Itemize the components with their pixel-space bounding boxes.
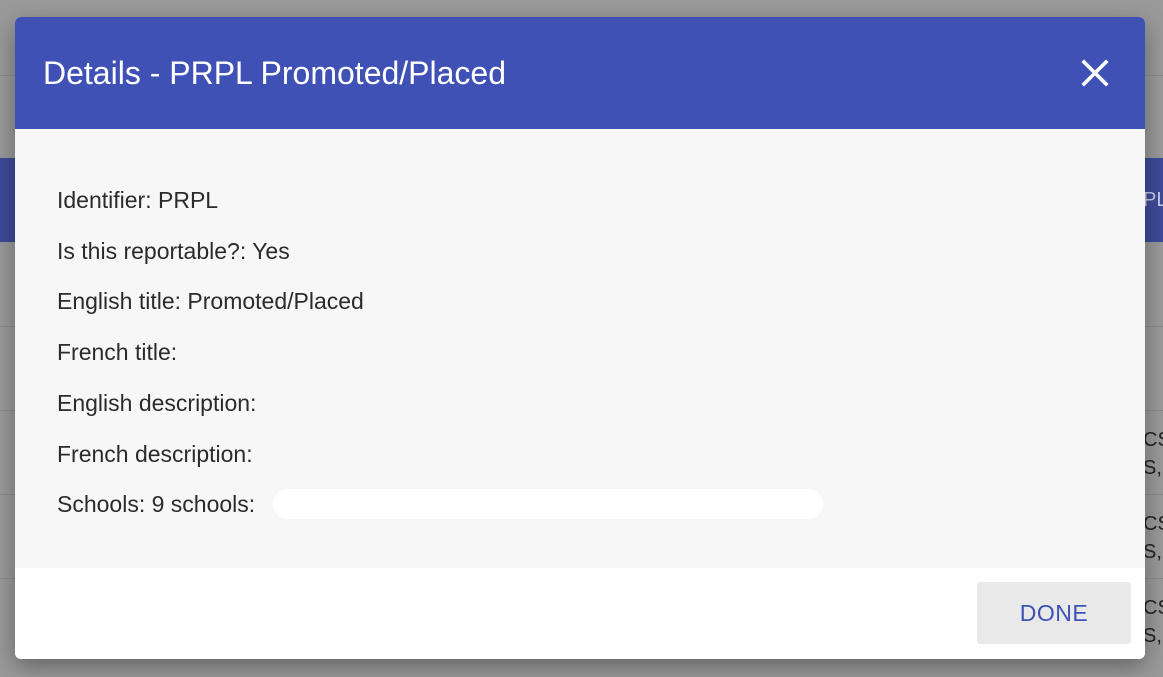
field-value: Yes	[252, 238, 290, 264]
close-icon	[1081, 59, 1109, 87]
dialog-body: Identifier: PRPL Is this reportable?: Ye…	[15, 129, 1145, 568]
background-cell-text: S,	[1143, 625, 1162, 647]
background-cell-text: CS	[1143, 597, 1163, 619]
background-cell-text: S,	[1143, 457, 1162, 479]
dialog-header: Details - PRPL Promoted/Placed	[15, 17, 1145, 129]
field-label: English title:	[57, 288, 182, 314]
field-value: 9 schools:	[151, 491, 256, 517]
field-label: French description:	[57, 441, 253, 467]
details-dialog: Details - PRPL Promoted/Placed Identifie…	[15, 17, 1145, 659]
field-french-description: French description:	[57, 439, 253, 469]
field-label: Schools:	[57, 491, 146, 517]
dialog-title: Details - PRPL Promoted/Placed	[43, 55, 507, 91]
field-english-description: English description:	[57, 388, 256, 418]
field-french-title: French title:	[57, 337, 177, 367]
background-cell-text: CS	[1143, 429, 1163, 451]
field-reportable: Is this reportable?: Yes	[57, 236, 290, 266]
field-label: French title:	[57, 339, 178, 365]
close-button[interactable]	[1073, 53, 1117, 93]
field-identifier: Identifier: PRPL	[57, 185, 218, 215]
background-header-text: PL	[1143, 189, 1163, 211]
done-button[interactable]: DONE	[977, 582, 1131, 644]
background-cell-text: CS	[1143, 513, 1163, 535]
field-english-title: English title: Promoted/Placed	[57, 286, 364, 316]
field-value: PRPL	[158, 187, 219, 213]
field-label: Is this reportable?:	[57, 238, 247, 264]
background-cell-text: S,	[1143, 541, 1162, 563]
field-label: English description:	[57, 390, 257, 416]
field-schools: Schools: 9 schools:	[57, 489, 255, 519]
field-label: Identifier:	[57, 187, 152, 213]
redacted-schools-list	[273, 489, 823, 519]
dialog-footer: DONE	[15, 568, 1145, 659]
field-value: Promoted/Placed	[187, 288, 364, 314]
